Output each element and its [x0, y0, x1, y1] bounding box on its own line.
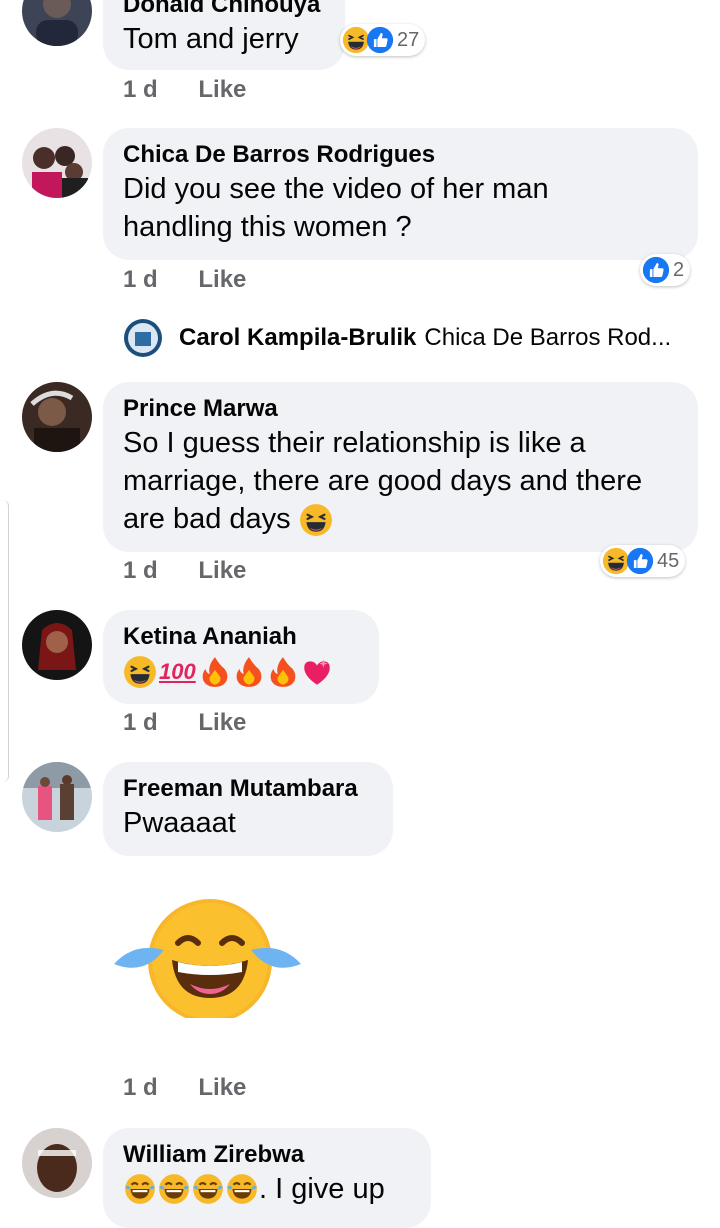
laughing-crying-icon — [225, 1172, 259, 1206]
avatar[interactable] — [22, 762, 92, 832]
like-icon — [626, 547, 654, 575]
reaction-count: 2 — [673, 258, 685, 281]
comment-time[interactable]: 1 d — [123, 1074, 158, 1102]
haha-icon — [299, 503, 333, 537]
laughing-crying-icon — [123, 1172, 157, 1206]
comment-author[interactable]: William Zirebwa — [123, 1140, 411, 1170]
comment-time[interactable]: 1 d — [123, 76, 158, 104]
fire-icon — [232, 655, 266, 689]
comment-author[interactable]: Ketina Ananiah — [123, 622, 359, 652]
avatar[interactable] — [22, 0, 92, 46]
fire-icon — [266, 655, 300, 689]
like-link[interactable]: Like — [198, 557, 246, 585]
like-icon — [366, 26, 394, 54]
like-icon — [642, 256, 670, 284]
comment-time[interactable]: 1 d — [123, 266, 158, 294]
laughing-crying-icon — [191, 1172, 225, 1206]
like-link[interactable]: Like — [198, 266, 246, 294]
comment-bubble[interactable]: Chica De Barros Rodrigues Did you see th… — [103, 128, 698, 260]
comment-author[interactable]: Freeman Mutambara — [123, 774, 373, 804]
like-link[interactable]: Like — [198, 709, 246, 737]
side-scroll-handle[interactable] — [0, 500, 9, 782]
reaction-count: 27 — [397, 28, 420, 51]
comment-meta: 1 d Like — [123, 266, 246, 294]
comment-meta: 1 d Like — [123, 557, 246, 585]
emoji-row: 100 — [123, 652, 359, 692]
comment-bubble[interactable]: Freeman Mutambara Pwaaaat — [103, 762, 393, 856]
reply-avatar[interactable] — [123, 318, 163, 358]
comment-text-line: handling this women ? — [123, 211, 412, 243]
comment-author[interactable]: Chica De Barros Rodrigues — [123, 140, 678, 170]
avatar[interactable] — [22, 1128, 92, 1198]
reaction-summary[interactable]: 2 — [640, 254, 691, 286]
comment-bubble[interactable]: William Zirebwa . I give up — [103, 1128, 431, 1228]
sparkling-heart-icon — [300, 655, 334, 689]
reaction-summary[interactable]: 45 — [600, 545, 686, 577]
like-link[interactable]: Like — [198, 76, 246, 104]
avatar[interactable] — [22, 382, 92, 452]
comment-time[interactable]: 1 d — [123, 557, 158, 585]
comment-bubble[interactable]: Donald Chinouya Tom and jerry — [103, 0, 345, 70]
comment-meta: 1 d Like — [123, 1074, 246, 1102]
comment-meta: 1 d Like — [123, 709, 246, 737]
comment-author[interactable]: Prince Marwa — [123, 394, 678, 424]
comment-bubble[interactable]: Prince Marwa So I guess their relationsh… — [103, 382, 698, 552]
avatar[interactable] — [22, 610, 92, 680]
reply-author[interactable]: Carol Kampila-Brulik — [179, 324, 416, 352]
comment-text-line: Did you see the video of her man — [123, 173, 549, 205]
comment-bubble[interactable]: Ketina Ananiah 100 — [103, 610, 379, 704]
comment-text: . I give up — [259, 1173, 385, 1205]
comment-text-line: marriage, there are good days and there — [123, 465, 643, 497]
comment-text-line: are bad days — [123, 503, 291, 535]
laughing-crying-icon — [157, 1172, 191, 1206]
laughing-crying-sticker[interactable] — [110, 898, 305, 1023]
like-link[interactable]: Like — [198, 1074, 246, 1102]
comment-text: Tom and jerry — [123, 23, 299, 55]
hundred-points-icon: 100 — [159, 659, 196, 684]
comment-time[interactable]: 1 d — [123, 709, 158, 737]
comment-author[interactable]: Donald Chinouya — [123, 0, 325, 20]
comment-meta: 1 d Like — [123, 76, 246, 104]
comment-text: Pwaaaat — [123, 807, 236, 839]
reply-text: Chica De Barros Rod... — [424, 324, 672, 351]
avatar[interactable] — [22, 128, 92, 198]
reaction-count: 45 — [657, 549, 680, 572]
haha-icon — [123, 655, 157, 689]
fire-icon — [198, 655, 232, 689]
reply-preview[interactable]: Carol Kampila-Brulik Chica De Barros Rod… — [123, 318, 671, 358]
comment-text-line: So I guess their relationship is like a — [123, 427, 586, 459]
reaction-summary[interactable]: 27 — [340, 24, 426, 56]
